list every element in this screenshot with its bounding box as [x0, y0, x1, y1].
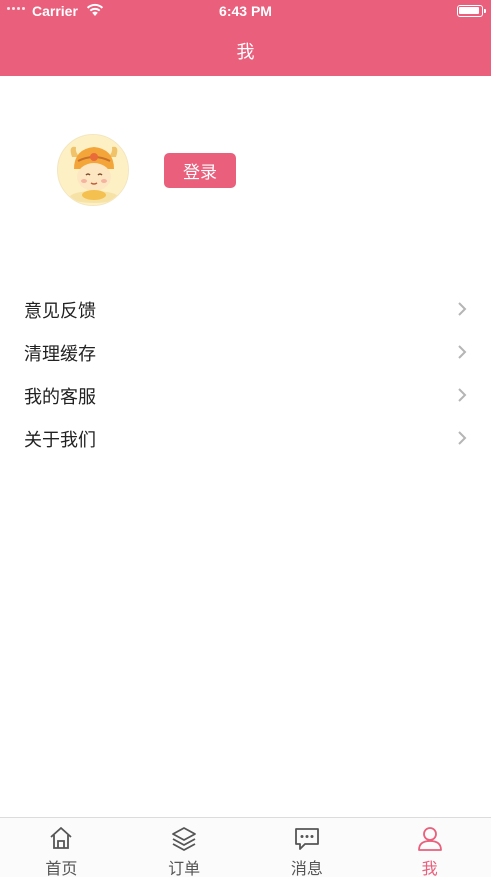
- chevron-right-icon: [458, 431, 467, 445]
- status-bar: Carrier 6:43 PM: [0, 0, 491, 24]
- tab-me[interactable]: 我: [368, 818, 491, 877]
- tab-home[interactable]: 首页: [0, 818, 123, 877]
- settings-menu: 意见反馈 清理缓存 我的客服 关于我们: [0, 288, 491, 460]
- menu-item-feedback[interactable]: 意见反馈: [0, 288, 491, 331]
- menu-item-clear-cache[interactable]: 清理缓存: [0, 331, 491, 374]
- chevron-right-icon: [458, 345, 467, 359]
- home-icon: [50, 827, 72, 849]
- menu-item-about-us[interactable]: 关于我们: [0, 417, 491, 460]
- avatar[interactable]: [57, 134, 129, 206]
- menu-item-label: 意见反馈: [24, 301, 96, 322]
- chevron-right-icon: [458, 388, 467, 402]
- battery-icon: [457, 5, 486, 17]
- menu-item-label: 我的客服: [24, 387, 96, 408]
- ox-mascot-icon: [58, 135, 128, 205]
- tab-label: 订单: [168, 859, 201, 877]
- layers-icon: [172, 827, 197, 851]
- menu-item-customer-service[interactable]: 我的客服: [0, 374, 491, 417]
- user-icon: [417, 827, 442, 851]
- status-time: 6:43 PM: [219, 3, 272, 19]
- menu-item-label: 清理缓存: [24, 344, 96, 365]
- tab-label: 消息: [290, 859, 323, 877]
- tab-label: 我: [421, 859, 438, 877]
- tab-messages[interactable]: 消息: [246, 818, 369, 877]
- menu-item-label: 关于我们: [24, 430, 96, 451]
- login-button[interactable]: 登录: [164, 153, 236, 188]
- chevron-right-icon: [458, 302, 467, 316]
- page-title: 我: [236, 42, 255, 63]
- message-icon: [294, 828, 319, 850]
- tab-bar: 首页 订单 消息 我: [0, 817, 491, 877]
- tab-orders[interactable]: 订单: [123, 818, 246, 877]
- tab-label: 首页: [45, 859, 78, 877]
- top-header: Carrier 6:43 PM 我: [0, 0, 491, 76]
